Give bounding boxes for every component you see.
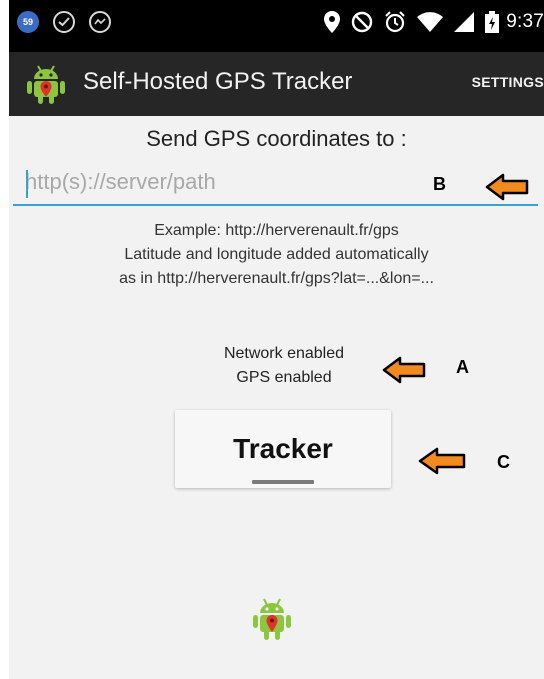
settings-button[interactable]: SETTINGS [472,74,544,90]
send-coordinates-label: Send GPS coordinates to : [146,126,407,151]
tracker-toggle-button[interactable]: Tracker [175,410,391,488]
tracker-button-label: Tracker [233,433,333,464]
no-disturb-icon [352,11,373,33]
notification-badge-icon: 59 [17,11,39,33]
status-clock: 9:37 [506,11,544,32]
example-line: Example: http://herverenault.fr/gps [154,222,399,239]
gps-status: GPS enabled [236,369,332,386]
notification-badge-count: 59 [22,17,33,27]
annotation-arrow-b-icon [485,173,529,201]
battery-icon [485,11,500,33]
text-cursor [26,170,28,198]
app-android-gps-icon [27,65,65,104]
status-bar: 59 9:37 [9,0,544,52]
notification-icons: 59 [17,11,111,33]
system-icons: 9:37 [324,11,544,33]
app-title: Self-Hosted GPS Tracker [83,68,353,95]
wifi-icon [417,12,444,32]
location-pin-icon [324,11,341,33]
app-screen: 59 9:37 Self-Hosted GPS Tracker SETTINGS… [9,0,544,679]
provider-status: Network enabled GPS enabled [174,342,394,390]
annotation-arrow-c-icon [418,447,466,475]
network-status: Network enabled [223,345,345,362]
check-shield-icon [53,11,75,33]
example-text: Example: http://herverenault.fr/gps Lati… [9,219,544,291]
annotation-label-b: B [433,174,446,194]
example-line: as in http://herverenault.fr/gps?lat=...… [119,270,434,287]
annotation-label-a: A [456,357,469,377]
messenger-icon [89,11,111,33]
action-bar: Self-Hosted GPS Tracker SETTINGS [9,52,544,116]
signal-icon [454,12,475,32]
alarm-icon [385,11,405,33]
example-line: Latitude and longitude added automatical… [124,246,429,263]
annotation-label-c: C [497,452,510,472]
android-gps-logo-icon [253,598,291,640]
toggle-indicator [252,480,314,484]
annotation-arrow-a-icon [382,356,426,384]
server-url-input[interactable] [13,160,538,206]
